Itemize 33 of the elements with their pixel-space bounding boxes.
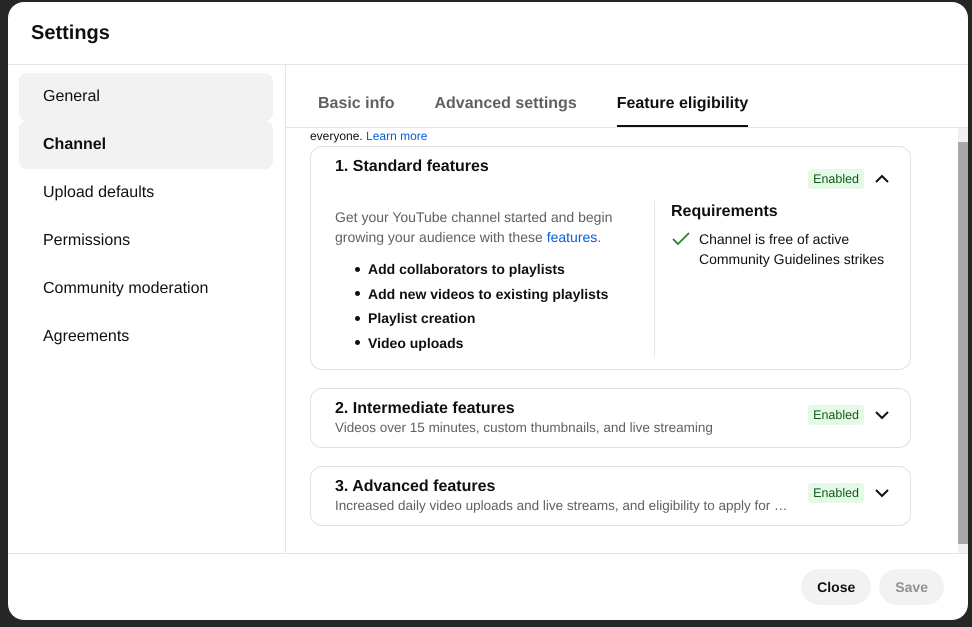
sidebar-item[interactable]: Upload defaults	[19, 169, 273, 217]
benefit-text: Playlist creation	[368, 310, 476, 326]
dialog-title: Settings	[31, 22, 110, 44]
card-title: 1. Standard features	[335, 157, 490, 177]
bullet-icon	[355, 340, 360, 346]
bullet-icon	[355, 266, 360, 272]
card-title: 2. Intermediate features	[335, 399, 516, 419]
card-title: 3. Advanced features	[335, 477, 496, 497]
tab[interactable]: Basic info	[318, 81, 394, 127]
requirements-heading: Requirements	[671, 203, 779, 221]
status-badge: Enabled	[808, 169, 864, 189]
sidebar-item[interactable]: General	[19, 73, 273, 121]
sidebar-item[interactable]: Agreements	[19, 313, 273, 361]
benefit-text: Add new videos to existing playlists	[368, 286, 608, 302]
sidebar-item[interactable]: Community moderation	[19, 265, 273, 313]
card-summary: Increased daily video uploads and live streams, and eligibility to apply for …	[335, 498, 788, 513]
status-badge: Enabled	[808, 483, 864, 503]
status-badge: Enabled	[808, 405, 864, 425]
features-link[interactable]: features	[546, 229, 598, 245]
feature-description: Get your YouTube channel started and begin growing your audience with these features.	[335, 208, 614, 247]
benefit-text: Add collaborators to playlists	[368, 261, 565, 278]
benefit-text: Video uploads	[368, 334, 464, 351]
learn-more-link[interactable]: Learn more	[366, 129, 428, 143]
sidebar-item[interactable]: Permissions	[19, 217, 273, 265]
tab[interactable]: Advanced settings	[434, 81, 577, 127]
bullet-icon	[355, 316, 360, 321]
intro-text: everyone. Learn more	[310, 128, 428, 144]
requirement-text: Channel is free of active Community Guidelines strikes	[699, 230, 886, 269]
card-summary: Videos over 15 minutes, custom thumbnails, and live streaming	[335, 420, 714, 435]
bullet-icon	[355, 291, 360, 296]
tab[interactable]: Feature eligibility	[616, 81, 748, 127]
sidebar-item[interactable]: Channel	[19, 121, 273, 169]
close-button[interactable]: Close	[801, 569, 872, 605]
